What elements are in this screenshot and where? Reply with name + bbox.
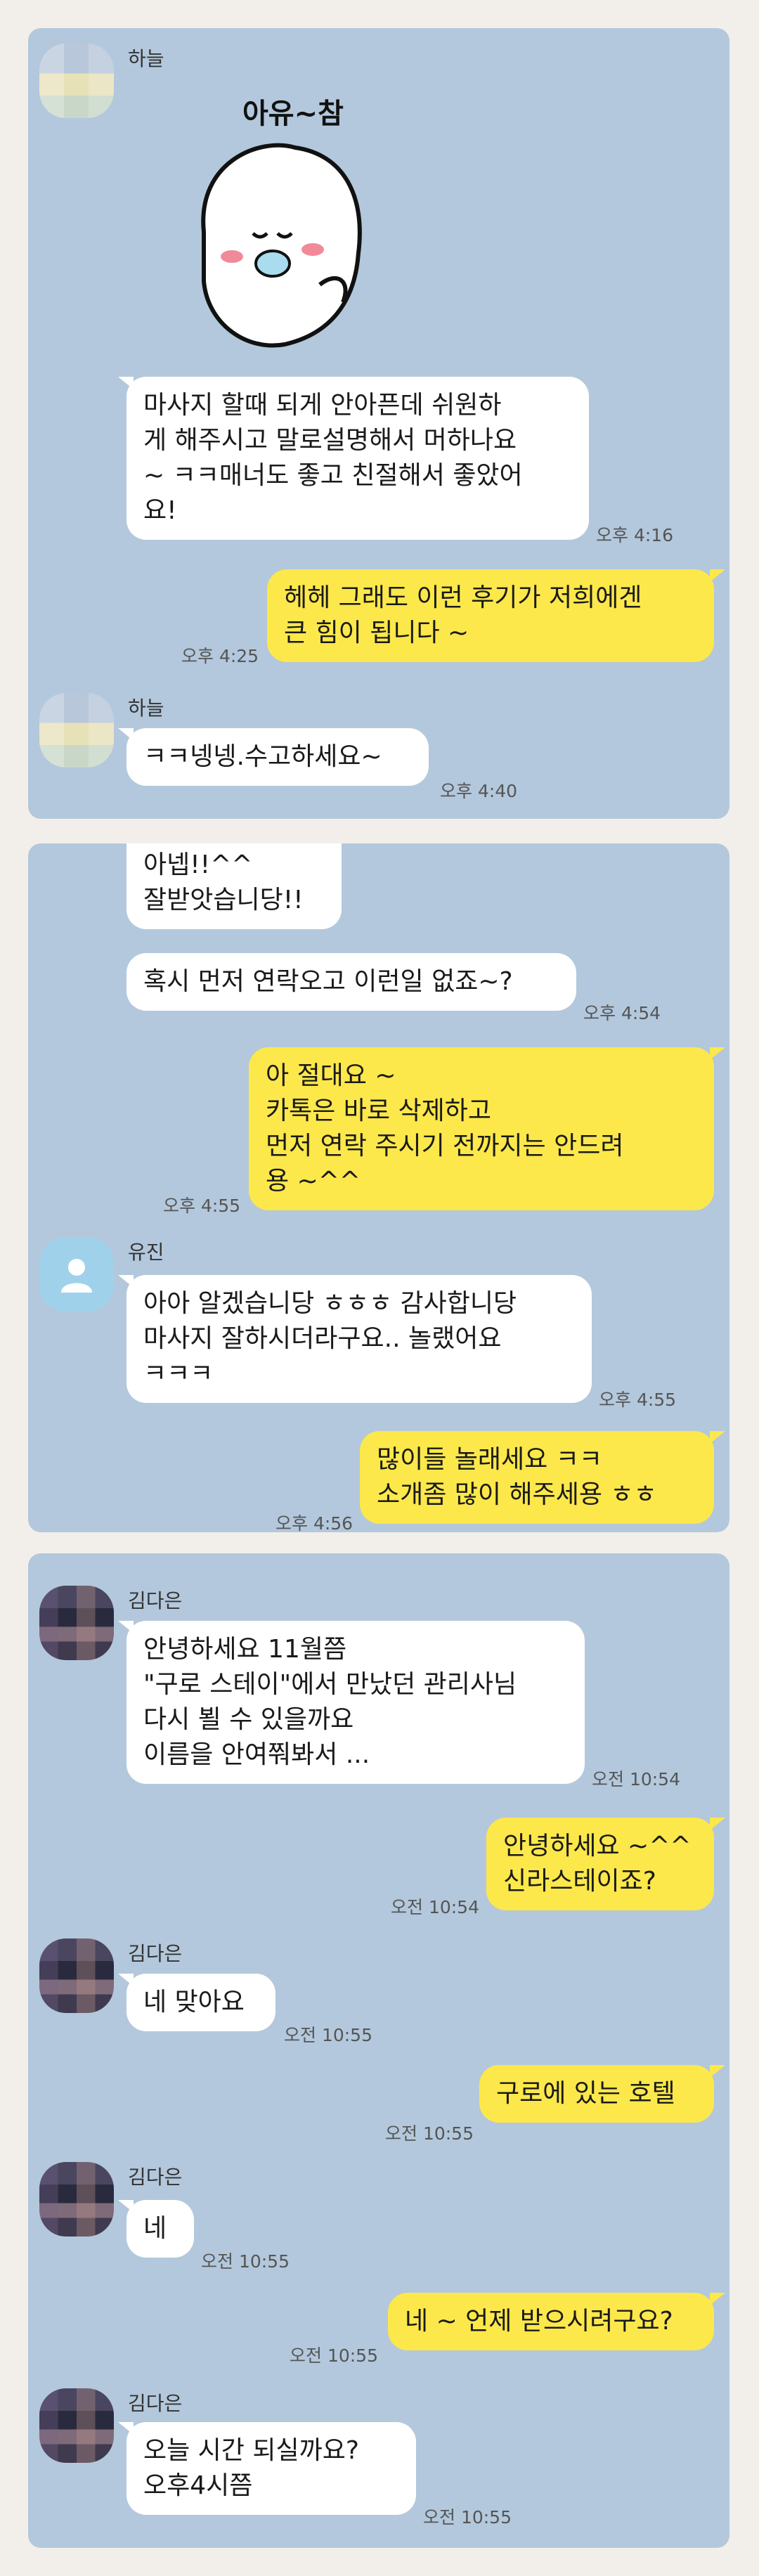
my-message-bubble[interactable]: 아 절대요 ~ 카톡은 바로 삭제하고 먼저 연락 주시기 전까지는 안드려 용… — [249, 1047, 714, 1210]
my-message-bubble[interactable]: 구로에 있는 호텔 — [479, 2065, 714, 2123]
message-bubble[interactable]: 아아 알겠습니당 ㅎㅎㅎ 감사합니당 마사지 잘하시더라구요.. 놀랬어요 ㅋㅋ… — [126, 1275, 592, 1403]
message-time: 오후 4:55 — [599, 1390, 677, 1410]
message-time: 오전 10:55 — [284, 2025, 372, 2045]
avatar[interactable] — [39, 2388, 114, 2463]
message-time: 오후 4:16 — [596, 525, 674, 545]
chat-screenshot-1: 하늘 아유~참 마사지 할때 되게 안아픈데 쉬원하 게 해주시고 말로설명해서… — [28, 28, 729, 819]
message-bubble[interactable]: ㅋㅋ넹넹.수고하세요~ — [126, 728, 429, 786]
avatar[interactable] — [39, 2162, 114, 2237]
chat-screenshot-3: 김다은 안녕하세요 11월쯤 "구로 스테이"에서 만났던 관리사님 다시 뵐 … — [28, 1553, 729, 2548]
sender-name: 김다은 — [128, 1942, 183, 1965]
message-time: 오전 10:54 — [391, 1897, 479, 1917]
sticker-image[interactable]: 아유~참 — [155, 70, 394, 358]
bubble-tail — [118, 2422, 134, 2435]
sender-name: 하늘 — [128, 697, 164, 720]
sender-name: 김다은 — [128, 1589, 183, 1612]
my-message-bubble[interactable]: 많이들 놀래세요 ㅋㅋ 소개좀 많이 해주세용 ㅎㅎ — [360, 1431, 714, 1524]
message-bubble[interactable]: 네 맞아요 — [126, 1974, 275, 2031]
message-time: 오후 4:54 — [583, 1003, 661, 1023]
message-time: 오전 10:55 — [290, 2345, 378, 2366]
message-bubble[interactable]: 아넵!!^^ 잘받앗습니당!! — [126, 843, 342, 929]
my-message-bubble[interactable]: 안녕하세요 ~^^ 신라스테이죠? — [486, 1818, 714, 1910]
avatar[interactable] — [39, 44, 114, 118]
sticker-drawing: 아유~참 — [201, 98, 362, 348]
avatar[interactable] — [39, 1939, 114, 2013]
message-bubble[interactable]: 혹시 먼저 연락오고 이런일 없죠~? — [126, 953, 576, 1011]
bubble-tail — [118, 1621, 134, 1633]
message-time: 오후 4:55 — [163, 1196, 241, 1216]
message-bubble[interactable]: 안녕하세요 11월쯤 "구로 스테이"에서 만났던 관리사님 다시 뵐 수 있을… — [126, 1621, 585, 1784]
message-bubble[interactable]: 오늘 시간 되실까요? 오후4시쯤 — [126, 2422, 416, 2515]
message-bubble[interactable]: 마사지 할때 되게 안아픈데 쉬원하 게 해주시고 말로설명해서 머하나요 ~ … — [126, 377, 589, 540]
bubble-tail — [118, 377, 134, 389]
message-time: 오후 4:25 — [181, 646, 259, 666]
avatar[interactable] — [39, 1586, 114, 1660]
sender-name: 유진 — [128, 1241, 164, 1264]
sender-name: 김다은 — [128, 2392, 183, 2415]
bubble-tail — [118, 1974, 134, 1986]
bubble-tail — [710, 1818, 725, 1830]
my-message-bubble[interactable]: 헤헤 그래도 이런 후기가 저희에겐 큰 힘이 됩니다 ~ — [267, 569, 714, 662]
message-time: 오전 10:55 — [423, 2507, 512, 2528]
message-time: 오전 10:54 — [592, 1769, 680, 1789]
bubble-tail — [118, 2200, 134, 2213]
chat-screenshot-2: 아넵!!^^ 잘받앗습니당!! 혹시 먼저 연락오고 이런일 없죠~? 오후 4… — [28, 843, 729, 1532]
sticker-text: 아유~참 — [242, 98, 344, 130]
message-time: 오후 4:40 — [440, 781, 518, 801]
avatar[interactable] — [39, 693, 114, 768]
sender-name: 김다은 — [128, 2166, 183, 2189]
bubble-tail — [710, 2293, 725, 2305]
bubble-tail — [710, 2065, 725, 2078]
default-person-icon — [61, 1259, 92, 1293]
bubble-tail — [710, 1431, 725, 1444]
bubble-tail — [118, 1275, 134, 1288]
message-time: 오후 4:56 — [275, 1513, 353, 1532]
bubble-tail — [118, 728, 134, 741]
message-time: 오전 10:55 — [385, 2123, 474, 2144]
my-message-bubble[interactable]: 네 ~ 언제 받으시려구요? — [388, 2293, 714, 2350]
message-time: 오전 10:55 — [201, 2251, 290, 2272]
message-bubble[interactable]: 네 — [126, 2200, 194, 2258]
bubble-tail — [710, 569, 725, 582]
avatar[interactable] — [39, 1237, 114, 1312]
sender-name: 하늘 — [128, 47, 164, 70]
bubble-tail — [710, 1047, 725, 1060]
